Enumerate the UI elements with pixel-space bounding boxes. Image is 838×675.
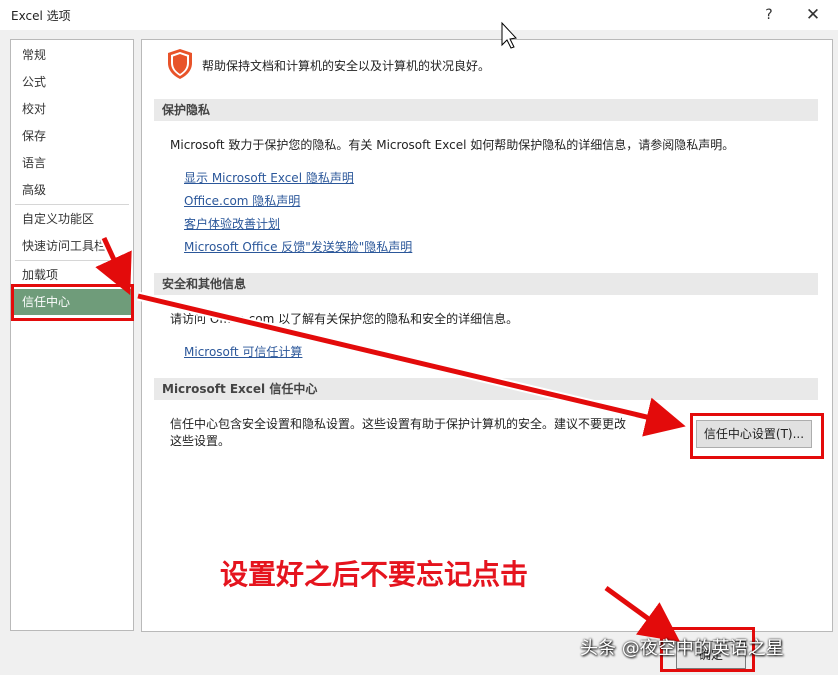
watermark: 头条 @夜空中的英语之星 (580, 638, 784, 659)
annotation-text: 设置好之后不要忘记点击 (220, 558, 529, 591)
